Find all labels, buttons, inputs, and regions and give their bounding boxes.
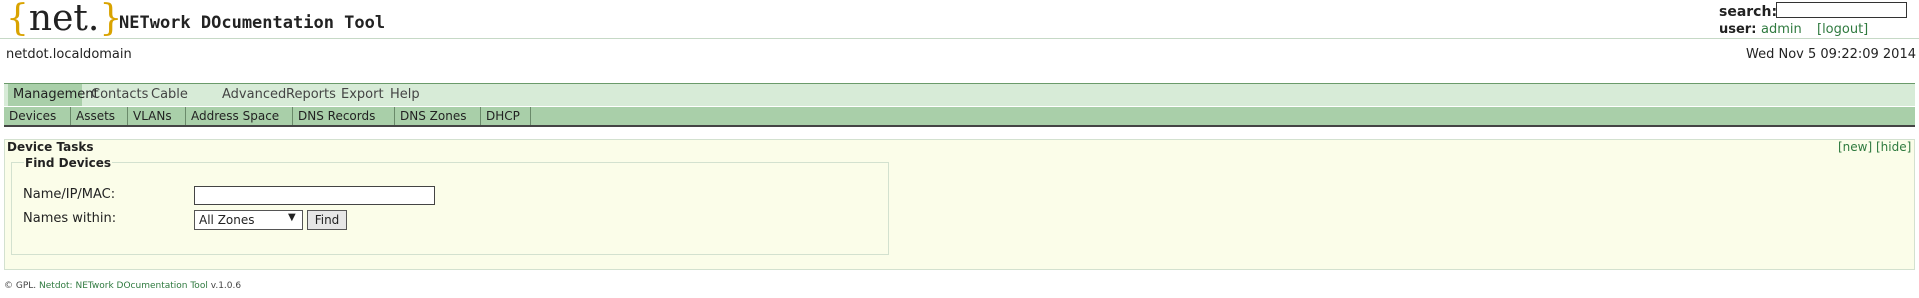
sub-nav-dns-zones[interactable]: DNS Zones	[395, 107, 481, 125]
find-devices-fieldset	[11, 162, 889, 255]
footer-copyright: © GPL.	[4, 281, 37, 291]
footer-product-link[interactable]: Netdot: NETwork DOcumentation Tool	[39, 281, 208, 291]
sub-nav-dhcp[interactable]: DHCP	[481, 107, 531, 125]
device-tasks-title: Device Tasks	[7, 140, 94, 154]
footer: © GPL. Netdot: NETwork DOcumentation Too…	[4, 281, 241, 291]
logo-text: net.	[28, 0, 100, 39]
zone-select[interactable]: All Zones	[194, 210, 303, 230]
hide-link[interactable]: [hide]	[1876, 140, 1911, 154]
main-nav: Management Contacts Cable Plant Advanced…	[4, 83, 1915, 124]
main-nav-cable-plant[interactable]: Cable Plant	[146, 84, 222, 124]
sub-nav-address-space[interactable]: Address Space	[186, 107, 293, 125]
new-link[interactable]: [new]	[1838, 140, 1872, 154]
main-nav-contacts[interactable]: Contacts	[86, 84, 148, 106]
sub-nav-dns-records[interactable]: DNS Records	[293, 107, 395, 125]
datetime: Wed Nov 5 09:22:09 2014	[1746, 47, 1916, 62]
sub-nav-devices[interactable]: Devices	[4, 107, 71, 125]
hostname: netdot.localdomain	[6, 47, 132, 62]
search-input[interactable]	[1776, 2, 1907, 18]
search-label: search:	[1719, 4, 1778, 20]
main-nav-export[interactable]: Export	[336, 84, 388, 106]
netdot-logo[interactable]: {net.}	[6, 0, 122, 38]
logo-brace-open: {	[6, 0, 29, 39]
find-devices-legend: Find Devices	[24, 156, 113, 170]
find-button[interactable]: Find	[307, 210, 347, 230]
main-nav-management[interactable]: Management	[8, 84, 99, 106]
footer-version: v.1.0.6	[210, 281, 242, 291]
sub-nav-vlans[interactable]: VLANs	[128, 107, 186, 125]
names-within-label: Names within:	[23, 211, 117, 226]
main-nav-advanced[interactable]: Advanced	[217, 84, 286, 106]
user-name-link[interactable]: admin	[1761, 22, 1802, 37]
chevron-down-icon[interactable]: ▼	[288, 212, 296, 223]
sub-nav-assets[interactable]: Assets	[71, 107, 128, 125]
app-title: NETwork DOcumentation Tool	[119, 13, 386, 33]
header-divider	[0, 38, 1919, 39]
main-nav-help[interactable]: Help	[385, 84, 425, 106]
name-ip-mac-label: Name/IP/MAC:	[23, 187, 116, 202]
main-nav-reports[interactable]: Reports	[281, 84, 337, 106]
logout-link[interactable]: [logout]	[1817, 22, 1868, 37]
name-ip-mac-input[interactable]	[194, 186, 435, 205]
sub-nav: Devices Assets VLANs Address Space DNS R…	[4, 107, 1915, 127]
user-label: user:	[1719, 22, 1757, 37]
